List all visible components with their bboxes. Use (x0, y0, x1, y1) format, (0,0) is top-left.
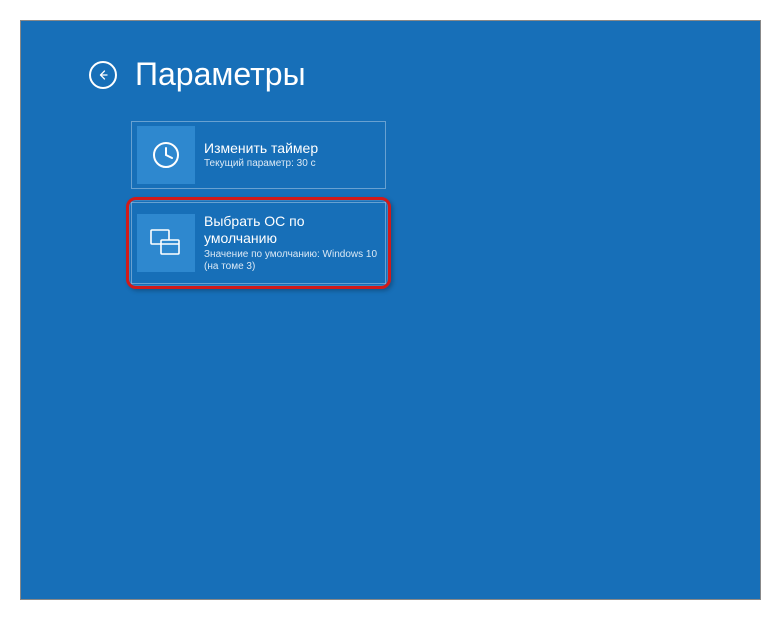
back-arrow-icon (97, 69, 109, 81)
change-timer-tile[interactable]: Изменить таймер Текущий параметр: 30 с (131, 121, 386, 189)
page-title: Параметры (135, 56, 306, 93)
tile-subtitle: Значение по умолчанию: Windows 10 (на то… (204, 249, 377, 273)
highlight-annotation: Выбрать ОС по умолчанию Значение по умол… (126, 197, 391, 289)
clock-icon (137, 126, 195, 184)
tile-subtitle: Текущий параметр: 30 с (204, 158, 318, 170)
tile-title: Выбрать ОС по умолчанию (204, 213, 377, 247)
boot-options-screen: Параметры Изменить таймер Текущий параме… (20, 20, 761, 600)
back-button[interactable] (89, 61, 117, 89)
tile-title: Изменить таймер (204, 140, 318, 157)
header: Параметры (21, 21, 760, 93)
choose-default-os-tile[interactable]: Выбрать ОС по умолчанию Значение по умол… (131, 202, 386, 284)
windows-icon (137, 214, 195, 272)
tile-text: Выбрать ОС по умолчанию Значение по умол… (200, 213, 385, 273)
tile-text: Изменить таймер Текущий параметр: 30 с (200, 140, 326, 171)
options-list: Изменить таймер Текущий параметр: 30 с В… (131, 121, 386, 289)
